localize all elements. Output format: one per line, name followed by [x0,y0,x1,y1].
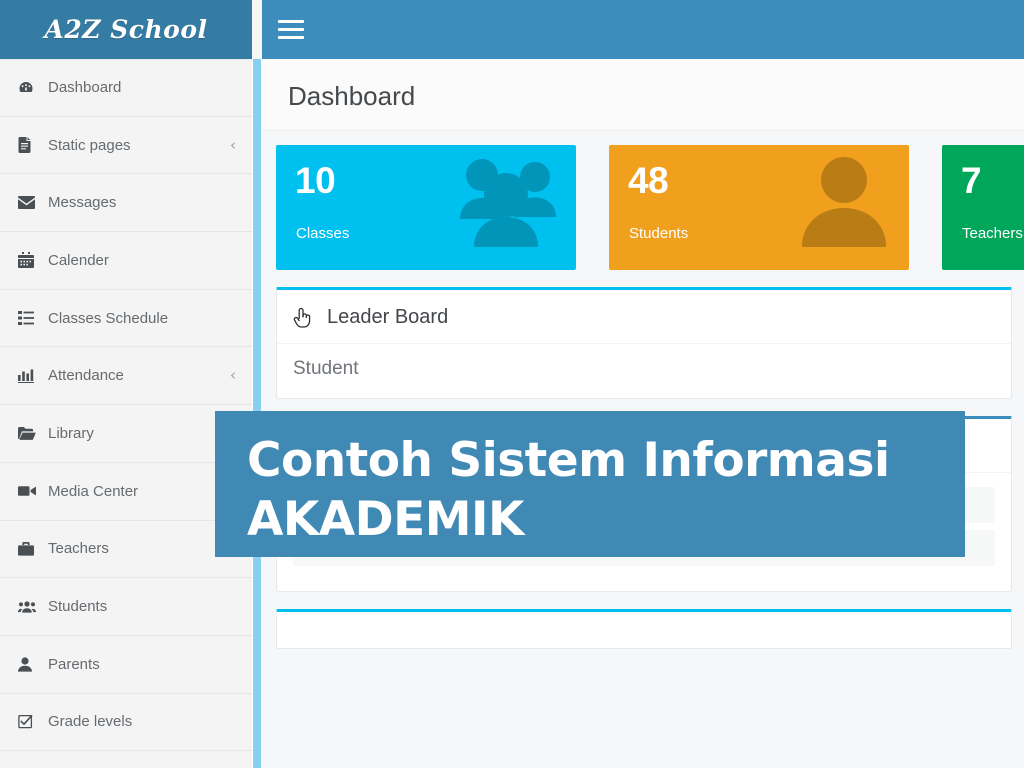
leader-board-title: Leader Board [327,306,449,328]
sidebar-item-calender[interactable]: Calender [0,232,252,290]
leader-board-body: Student [277,344,1011,398]
check-square-icon [18,714,40,729]
stat-card-students[interactable]: 48 Students [609,145,909,270]
overlay-line-2: AKADEMIK [247,492,524,548]
top-navbar [262,0,1024,59]
bottom-panel [276,609,1012,649]
sidebar-item-dashboard[interactable]: Dashboard [0,59,252,117]
stat-card-classes[interactable]: 10 Classes [276,145,576,270]
page-header: Dashboard [262,59,1024,131]
sidebar-item-label: Teachers [48,540,109,558]
main-region: Dashboard 10 Classes 48 Students 7 Teach… [262,0,1024,768]
sidebar-item-label: Library [48,424,94,442]
sidebar-item-students[interactable]: Students [0,578,252,636]
sidebar-item-label: Media Center [48,482,139,500]
stat-label: Classes [296,225,350,242]
sidebar-item-label: Calender [48,251,109,269]
stat-value: 10 [295,160,336,201]
sidebar-brand[interactable]: A2Z School [0,0,252,59]
brand-name: A2Z School [44,15,208,44]
bar-chart-icon [18,369,40,383]
envelope-icon [18,196,40,210]
person-icon [797,153,891,247]
page-title: Dashboard [288,81,416,111]
file-icon [18,137,40,154]
sidebar-item-messages[interactable]: Messages [0,174,252,233]
sidebar-item-label: Dashboard [48,79,122,97]
sidebar-item-label: Messages [48,194,117,212]
stat-card-teachers[interactable]: 7 Teachers [942,145,1024,270]
sidebar-item-label: Parents [48,655,100,673]
menu-toggle-icon[interactable] [274,13,308,47]
stat-value: 7 [961,160,982,201]
group-icon [450,153,558,247]
sidebar-item-attendance[interactable]: Attendance ‹ [0,347,252,406]
folder-open-icon [18,426,40,440]
stat-cards-row: 10 Classes 48 Students 7 Teachers [276,145,1024,270]
app-root: A2Z School Dashboard Static pages ‹ Mess… [0,0,1024,768]
sidebar-item-static-pages[interactable]: Static pages ‹ [0,117,252,175]
content-area: 10 Classes 48 Students 7 Teachers Leader… [262,131,1024,649]
chevron-left-icon: ‹ [230,135,236,154]
sidebar-item-grade-levels[interactable]: Grade levels [0,694,252,752]
leader-board-column-student: Student [293,358,359,379]
sidebar-item-parents[interactable]: Parents [0,636,252,694]
dashboard-icon [18,80,40,96]
leader-board-panel: Leader Board Student [276,287,1012,399]
sidebar-item-label: Classes Schedule [48,309,169,327]
hand-pointer-icon [293,307,321,328]
overlay-line-1: Contoh Sistem Informasi [247,433,890,488]
chevron-left-icon: ‹ [230,366,236,385]
calendar-icon [18,252,40,269]
user-icon [18,657,40,672]
stat-label: Teachers [962,225,1023,242]
video-camera-icon [18,485,40,497]
sidebar-item-label: Static pages [48,136,131,154]
sidebar-item-label: Students [48,598,108,616]
sidebar-item-label: Grade levels [48,713,133,731]
sidebar-nav: Dashboard Static pages ‹ Messages Calend… [0,59,252,752]
list-icon [18,311,40,326]
users-icon [18,600,40,613]
overlay-title-banner: Contoh Sistem Informasi AKADEMIK [215,411,965,557]
sidebar-item-label: Attendance [48,367,124,385]
sidebar-item-classes-schedule[interactable]: Classes Schedule [0,290,252,348]
sidebar: A2Z School Dashboard Static pages ‹ Mess… [0,0,252,768]
stat-label: Students [629,225,689,242]
briefcase-icon [18,541,40,556]
leader-board-header: Leader Board [277,290,1011,344]
stat-value: 48 [628,160,669,201]
